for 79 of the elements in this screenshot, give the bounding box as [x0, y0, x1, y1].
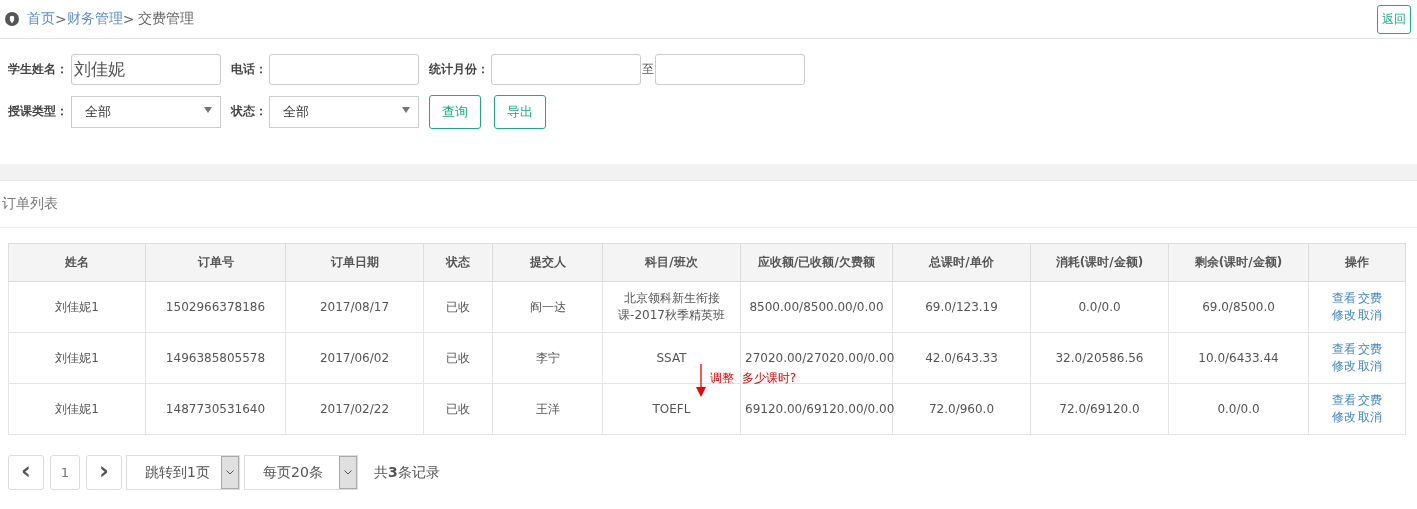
record-count: 共3条记录: [374, 463, 440, 482]
column-header: 剩余(课时/金额): [1168, 243, 1309, 282]
action-link[interactable]: 交费: [1358, 342, 1382, 356]
back-button[interactable]: 返回: [1377, 4, 1411, 34]
column-header: 订单日期: [285, 243, 424, 282]
table-cell: 8500.00/8500.00/0.00: [740, 281, 893, 333]
column-header: 订单号: [145, 243, 286, 282]
action-link[interactable]: 取消: [1358, 359, 1382, 373]
table-cell: 北京领科新生衔接课-2017秋季精英班: [602, 281, 741, 333]
table-cell: 已收: [423, 281, 493, 333]
table-cell: 刘佳妮1: [8, 383, 146, 435]
action-link[interactable]: 修改: [1332, 359, 1356, 373]
table-cell: 1496385805578: [145, 332, 286, 384]
column-header: 提交人: [492, 243, 603, 282]
select-field[interactable]: 全部: [269, 95, 419, 128]
select-field[interactable]: 全部: [71, 95, 221, 128]
table-cell: 李宁: [492, 332, 603, 384]
table-cell: 69.0/8500.0: [1168, 281, 1309, 333]
table-cell: 0.0/0.0: [1168, 383, 1309, 435]
breadcrumb-current: 交费管理: [138, 10, 195, 28]
table-cell: 已收: [423, 383, 493, 435]
field-label: 学生姓名：: [8, 61, 67, 78]
column-header: 姓名: [8, 243, 146, 282]
month-start-field[interactable]: [491, 54, 641, 85]
table-cell: 1502966378186: [145, 281, 286, 333]
table-cell: 刘佳妮1: [8, 332, 146, 384]
table-cell: 王洋: [492, 383, 603, 435]
previous-page-button[interactable]: ‹: [8, 455, 44, 490]
action-link[interactable]: 取消: [1358, 308, 1382, 322]
range-separator: 至: [642, 61, 654, 78]
column-header: 状态: [423, 243, 493, 282]
table-cell: 0.0/0.0: [1030, 281, 1169, 333]
action-link[interactable]: 修改: [1332, 308, 1356, 322]
page-size-select[interactable]: 每页20条: [244, 455, 358, 490]
action-link[interactable]: 取消: [1358, 410, 1382, 424]
breadcrumb-separator: >: [122, 11, 135, 27]
table-cell: 69120.00/69120.00/0.00: [740, 383, 893, 435]
chevron-down-icon: [226, 470, 234, 475]
export-button[interactable]: 导出: [494, 94, 546, 129]
page-button[interactable]: 1: [50, 455, 80, 490]
table-cell: 1487730531640: [145, 383, 286, 435]
arrow-icon: [696, 364, 706, 397]
column-header: 科目/班次: [602, 243, 741, 282]
breadcrumb-link[interactable]: 财务管理: [66, 10, 123, 28]
chevron-down-icon: [344, 470, 352, 475]
location-pin-icon: [5, 12, 19, 26]
next-page-button[interactable]: ›: [86, 455, 122, 490]
table-cell: 69.0/123.19: [892, 281, 1031, 333]
table-cell: 10.0/6433.44: [1168, 332, 1309, 384]
table-cell: 阎一达: [492, 281, 603, 333]
field-label: 统计月份：: [429, 61, 487, 78]
table-cell: 2017/02/22: [285, 383, 424, 435]
month-end-field[interactable]: [655, 54, 805, 85]
breadcrumb-link[interactable]: 首页: [27, 10, 55, 28]
column-header: 操作: [1308, 243, 1406, 282]
table-cell: 2017/06/02: [285, 332, 424, 384]
action-link[interactable]: 交费: [1358, 291, 1382, 305]
column-header: 总课时/单价: [892, 243, 1031, 282]
jump-select[interactable]: 跳转到1页: [126, 455, 240, 490]
field-label: 电话：: [231, 61, 265, 78]
table-cell: 已收: [423, 332, 493, 384]
column-header: 消耗(课时/金额): [1030, 243, 1169, 282]
action-link[interactable]: 修改: [1332, 410, 1356, 424]
table-cell: 72.0/69120.0: [1030, 383, 1169, 435]
action-link[interactable]: 查看: [1332, 393, 1356, 407]
panel-title: 订单列表: [2, 195, 58, 213]
field-label: 授课类型：: [8, 103, 67, 120]
column-header: 应收额/已收额/欠费额: [740, 243, 893, 282]
table-cell: 32.0/20586.56: [1030, 332, 1169, 384]
text-field[interactable]: [269, 54, 419, 85]
action-link[interactable]: 交费: [1358, 393, 1382, 407]
breadcrumb-separator: >: [55, 11, 67, 27]
field-label: 状态：: [231, 103, 265, 120]
table-cell: 2017/08/17: [285, 281, 424, 333]
search-button[interactable]: 查询: [429, 94, 481, 129]
text-field[interactable]: 刘佳妮: [71, 54, 221, 85]
action-link[interactable]: 查看: [1332, 342, 1356, 356]
table-cell: 刘佳妮1: [8, 281, 146, 333]
action-link[interactable]: 查看: [1332, 291, 1356, 305]
